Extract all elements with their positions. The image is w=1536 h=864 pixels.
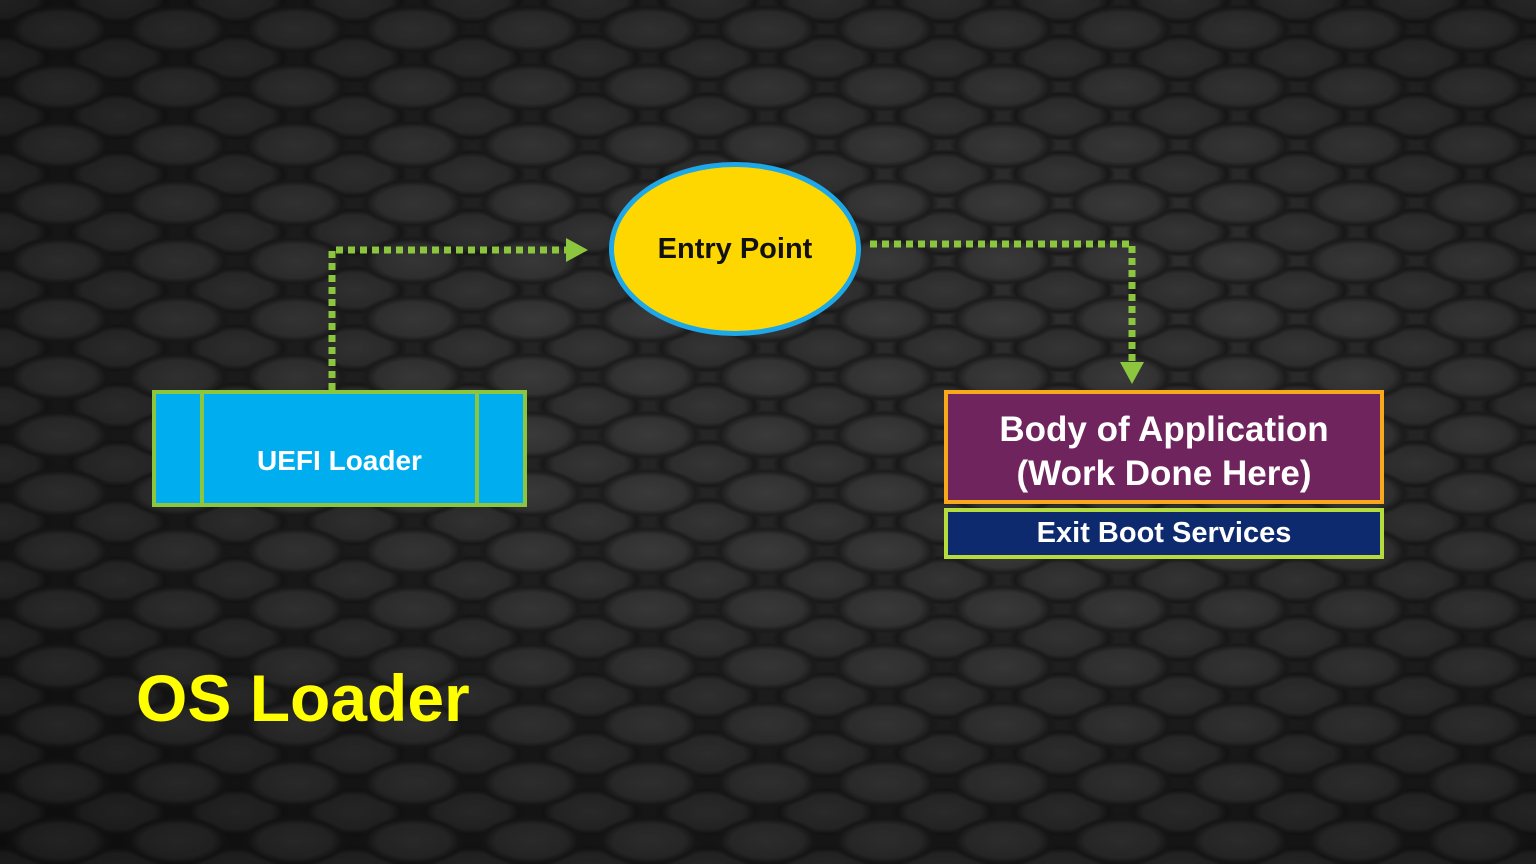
- body-of-application-label: Body of Application: [999, 410, 1329, 449]
- entry-point-label: Entry Point: [657, 232, 813, 265]
- exit-boot-services-box: Exit Boot Services: [944, 508, 1384, 559]
- connector-entry-to-body: [870, 240, 1136, 362]
- uefi-loader-label: UEFI Loader: [257, 444, 422, 476]
- body-of-application-box: Body of Application (Work Done Here): [944, 390, 1384, 504]
- slide-title: OS Loader: [136, 661, 470, 735]
- entry-point-node: Entry Point: [609, 162, 861, 336]
- arrowhead-to-entry: [566, 238, 588, 262]
- uefi-loader-box: UEFI Loader: [152, 390, 527, 507]
- connector-uefi-to-entry: [328, 246, 566, 390]
- work-done-here-label: (Work Done Here): [1016, 454, 1312, 493]
- uefi-loader-right-divider: [475, 394, 479, 503]
- exit-boot-services-label: Exit Boot Services: [1036, 517, 1292, 549]
- arrowhead-to-body: [1120, 362, 1144, 384]
